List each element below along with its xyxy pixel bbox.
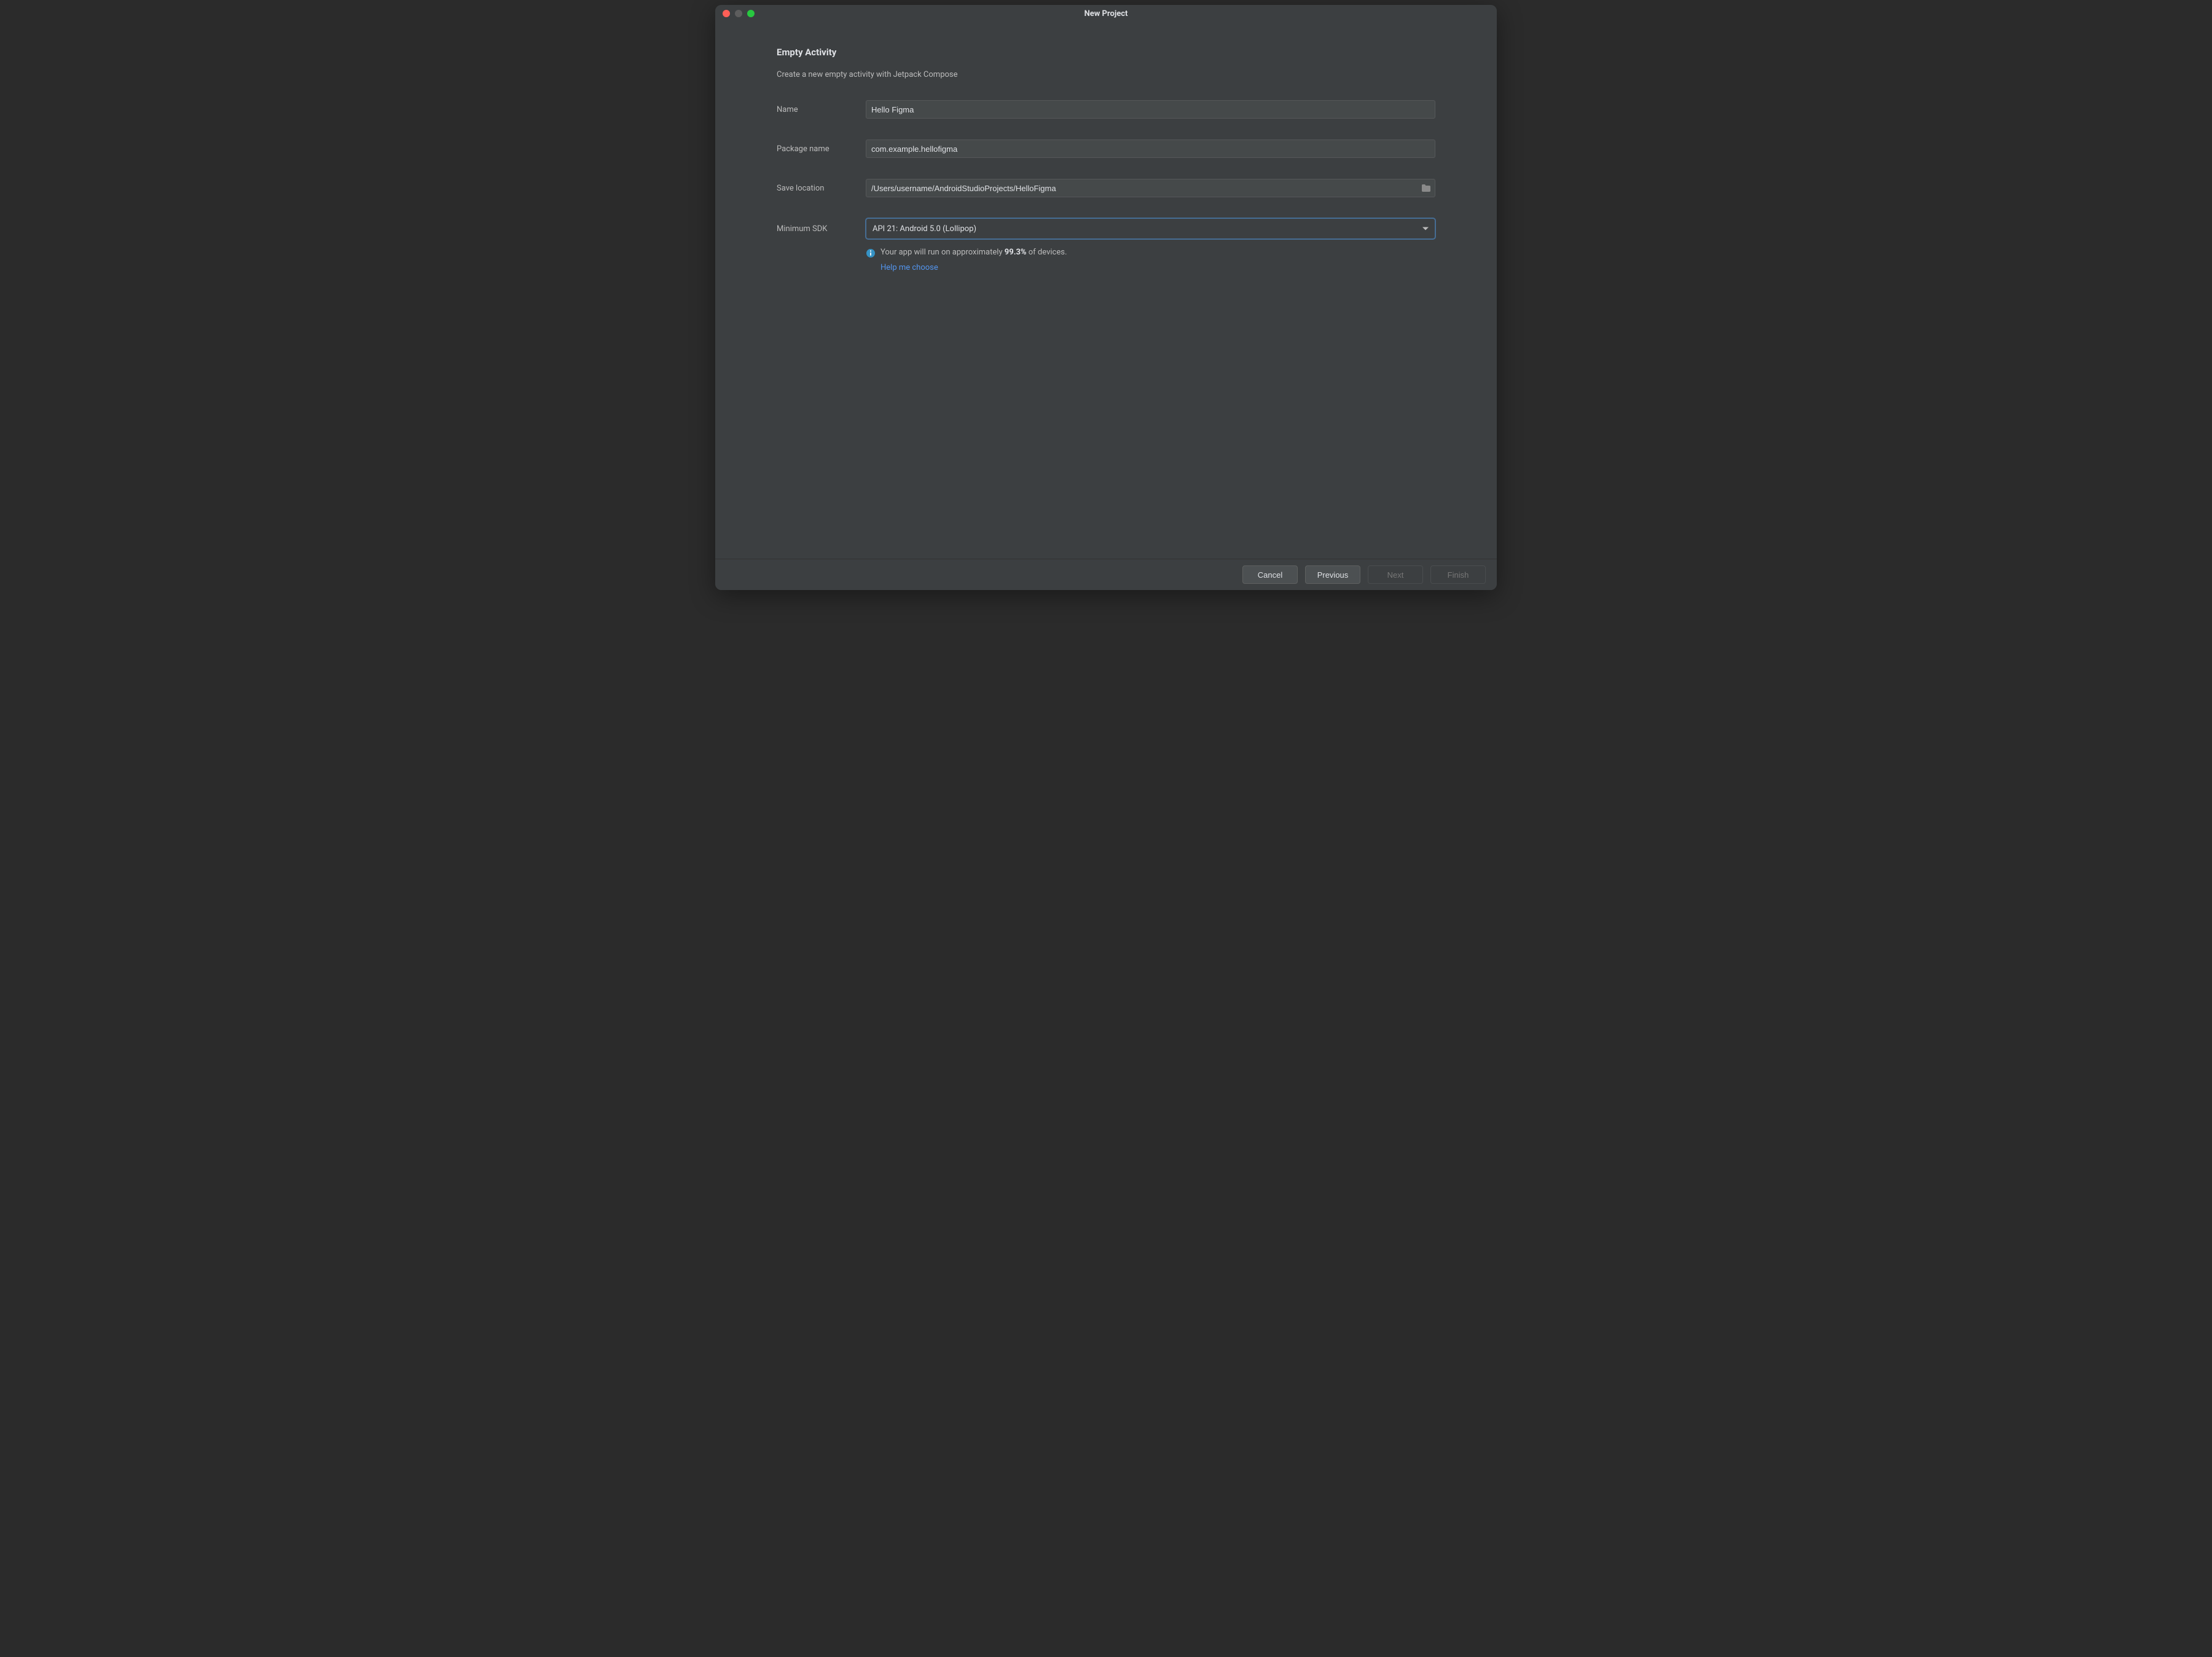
cancel-button[interactable]: Cancel bbox=[1242, 565, 1298, 584]
finish-button: Finish bbox=[1430, 565, 1486, 584]
window-controls bbox=[723, 10, 755, 17]
zoom-window-icon[interactable] bbox=[747, 10, 755, 17]
name-label: Name bbox=[777, 105, 866, 114]
minimum-sdk-select[interactable]: API 21: Android 5.0 (Lollipop) bbox=[866, 218, 1435, 239]
minimize-window-icon[interactable] bbox=[735, 10, 742, 17]
sdk-info-text: Your app will run on approximately 99.3%… bbox=[880, 248, 1067, 257]
page-subtitle: Create a new empty activity with Jetpack… bbox=[777, 70, 1435, 79]
window-title: New Project bbox=[715, 9, 1497, 18]
sdk-info-percent: 99.3% bbox=[1005, 248, 1027, 257]
dialog-footer: Cancel Previous Next Finish bbox=[715, 559, 1497, 590]
next-button: Next bbox=[1368, 565, 1423, 584]
row-minimum-sdk: Minimum SDK API 21: Android 5.0 (Lollipo… bbox=[777, 218, 1435, 239]
dialog-content: Empty Activity Create a new empty activi… bbox=[715, 22, 1497, 559]
sdk-label: Minimum SDK bbox=[777, 224, 866, 234]
location-input[interactable] bbox=[866, 179, 1435, 197]
row-package: Package name bbox=[777, 140, 1435, 158]
sdk-select-value: API 21: Android 5.0 (Lollipop) bbox=[873, 224, 976, 234]
package-label: Package name bbox=[777, 144, 866, 154]
previous-button[interactable]: Previous bbox=[1305, 565, 1360, 584]
browse-folder-icon[interactable] bbox=[1421, 183, 1432, 194]
new-project-dialog: New Project Empty Activity Create a new … bbox=[715, 5, 1497, 590]
package-input[interactable] bbox=[866, 140, 1435, 158]
location-label: Save location bbox=[777, 184, 866, 193]
help-me-choose-link[interactable]: Help me choose bbox=[880, 263, 938, 272]
sdk-info-suffix: of devices. bbox=[1027, 248, 1067, 257]
sdk-info-prefix: Your app will run on approximately bbox=[880, 248, 1005, 257]
name-input[interactable] bbox=[866, 100, 1435, 119]
close-window-icon[interactable] bbox=[723, 10, 730, 17]
page-title: Empty Activity bbox=[777, 47, 1435, 58]
titlebar: New Project bbox=[715, 5, 1497, 22]
row-name: Name bbox=[777, 100, 1435, 119]
info-icon bbox=[866, 248, 876, 261]
row-location: Save location bbox=[777, 179, 1435, 197]
chevron-down-icon bbox=[1422, 227, 1429, 230]
sdk-info: Your app will run on approximately 99.3%… bbox=[866, 248, 1435, 261]
